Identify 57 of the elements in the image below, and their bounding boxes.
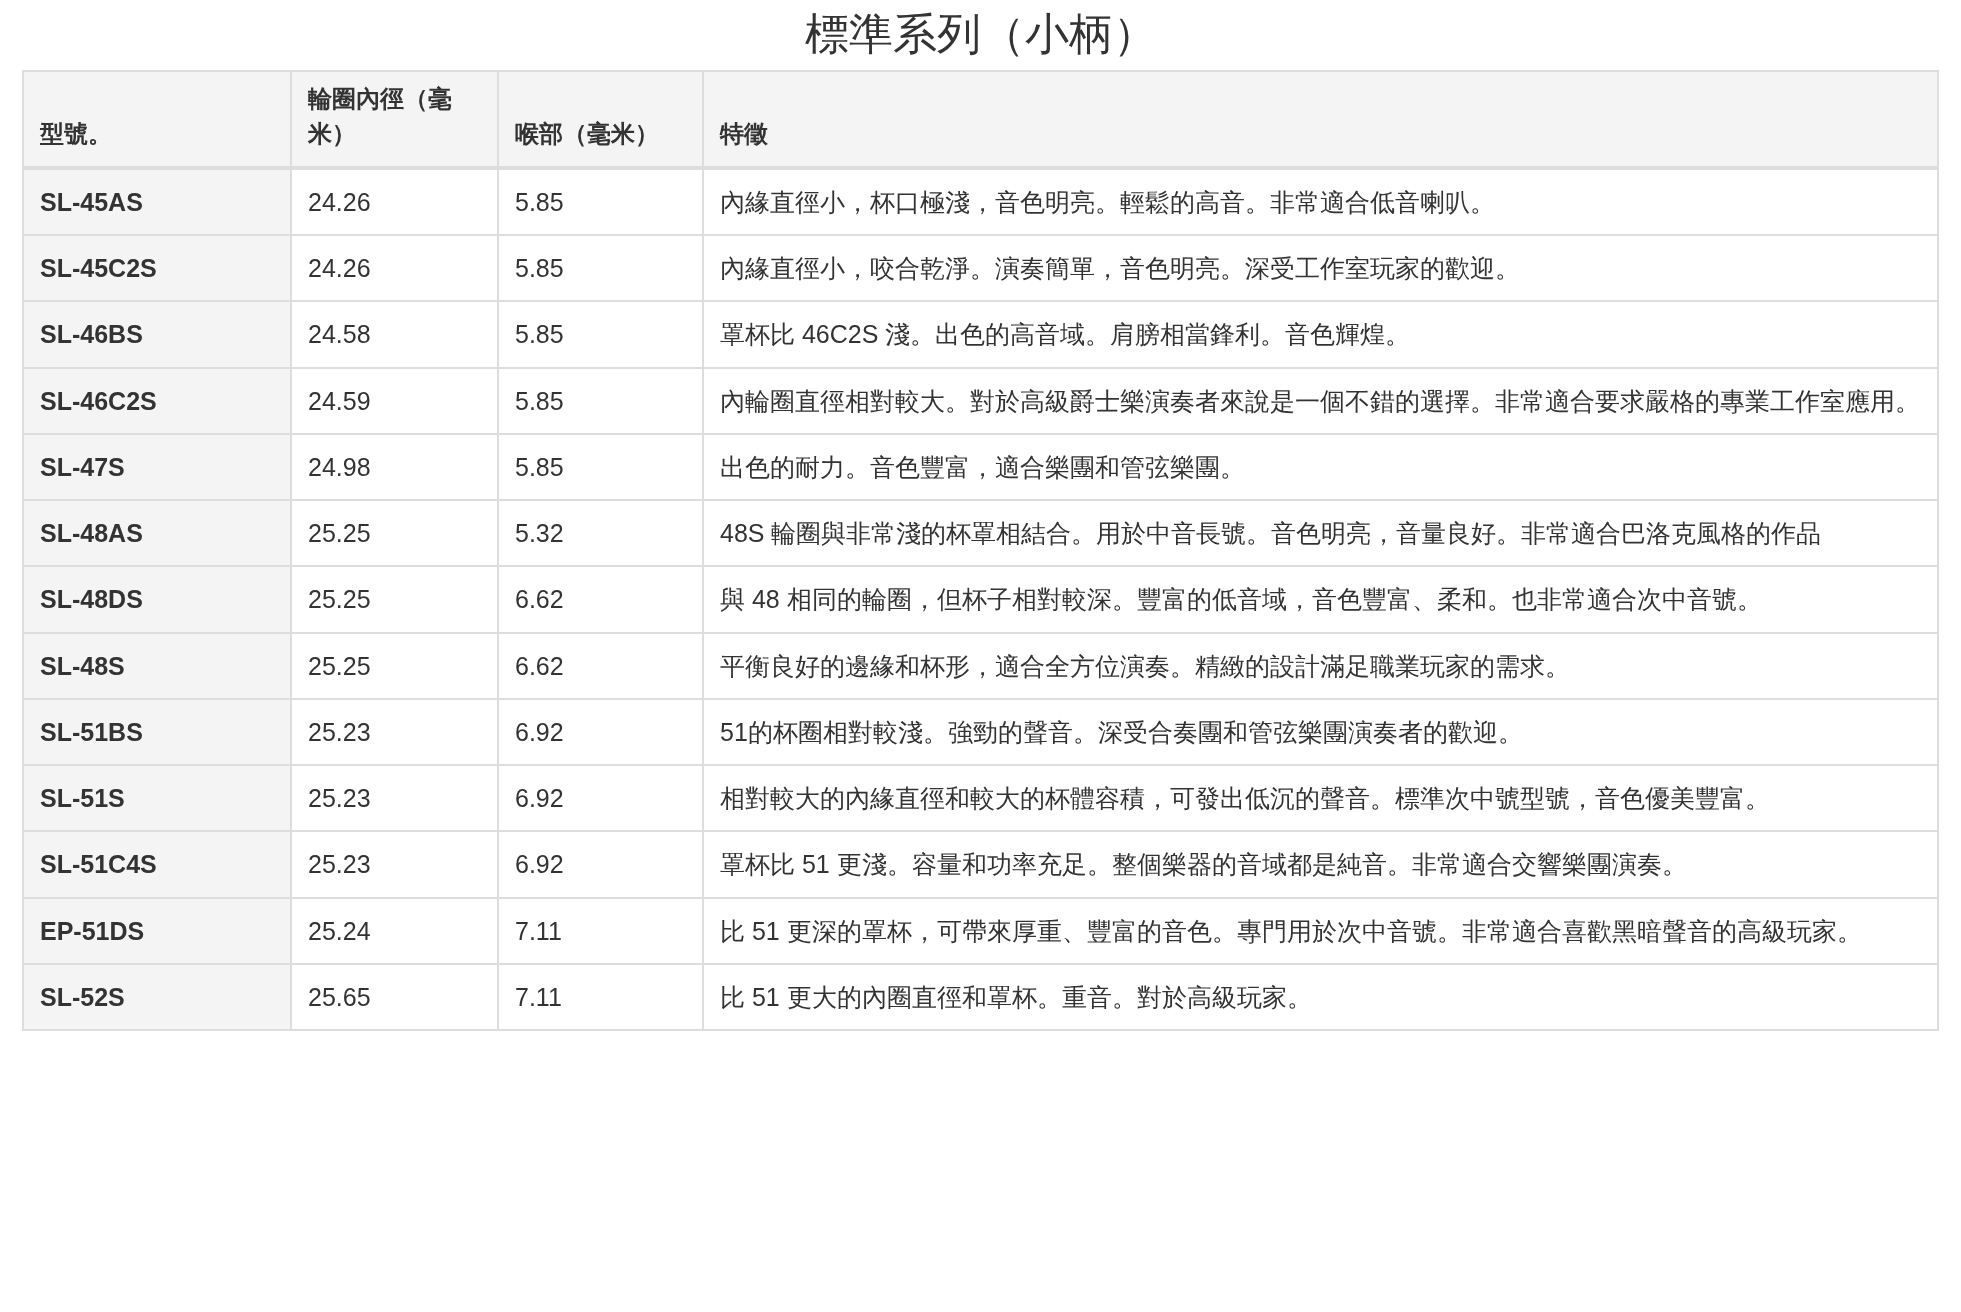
table-cell: SL-51C4S (23, 831, 291, 898)
table-cell: SL-45C2S (23, 235, 291, 302)
table-cell: 5.85 (498, 235, 703, 302)
table-cell: 51的杯圈相對較淺。強勁的聲音。深受合奏團和管弦樂團演奏者的歡迎。 (703, 699, 1938, 766)
table-cell: 24.59 (291, 367, 498, 434)
table-cell: 25.25 (291, 500, 498, 567)
table-cell: 5.32 (498, 500, 703, 567)
table-cell: 24.26 (291, 168, 498, 236)
column-header: 輪圈內徑（毫米） (291, 71, 498, 168)
table-cell: 罩杯比 46C2S 淺。出色的高音域。肩膀相當鋒利。音色輝煌。 (703, 301, 1938, 368)
table-cell: 5.85 (498, 367, 703, 434)
table-cell: 25.23 (291, 699, 498, 766)
table-cell: 25.24 (291, 897, 498, 964)
table-cell: SL-48S (23, 632, 291, 699)
table-cell: 內緣直徑小，咬合乾淨。演奏簡單，音色明亮。深受工作室玩家的歡迎。 (703, 235, 1938, 302)
table-cell: 相對較大的內緣直徑和較大的杯體容積，可發出低沉的聲音。標準次中號型號，音色優美豐富。 (703, 765, 1938, 832)
table-cell: 罩杯比 51 更淺。容量和功率充足。整個樂器的音域都是純音。非常適合交響樂團演奏。 (703, 831, 1938, 898)
table-cell: 6.62 (498, 566, 703, 633)
table-cell: SL-48DS (23, 566, 291, 633)
table-cell: 內輪圈直徑相對較大。對於高級爵士樂演奏者來說是一個不錯的選擇。非常適合要求嚴格的專業工作室應用。 (703, 367, 1938, 434)
table-cell: 6.92 (498, 831, 703, 898)
table-cell: SL-45AS (23, 168, 291, 236)
table-cell: 比 51 更深的罩杯，可帶來厚重、豐富的音色。專門用於次中音號。非常適合喜歡黑暗聲音的高級玩家。 (703, 897, 1938, 964)
table-cell: 與 48 相同的輪圈，但杯子相對較深。豐富的低音域，音色豐富、柔和。也非常適合次中音號。 (703, 566, 1938, 633)
table-cell: SL-51S (23, 765, 291, 832)
table-cell: 內緣直徑小，杯口極淺，音色明亮。輕鬆的高音。非常適合低音喇叭。 (703, 168, 1938, 236)
table-cell: 7.11 (498, 964, 703, 1031)
table-cell: 25.25 (291, 566, 498, 633)
table-cell: SL-46C2S (23, 367, 291, 434)
table-cell: 出色的耐力。音色豐富，適合樂團和管弦樂團。 (703, 434, 1938, 501)
table-cell: SL-46BS (23, 301, 291, 368)
table-cell: 6.62 (498, 632, 703, 699)
table-cell: 平衡良好的邊緣和杯形，適合全方位演奏。精緻的設計滿足職業玩家的需求。 (703, 632, 1938, 699)
table-cell: 24.98 (291, 434, 498, 501)
table-cell: 6.92 (498, 699, 703, 766)
table-cell: 比 51 更大的內圈直徑和罩杯。重音。對於高級玩家。 (703, 964, 1938, 1031)
column-header: 型號。 (23, 71, 291, 168)
table-cell: SL-48AS (23, 500, 291, 567)
column-header: 喉部（毫米） (498, 71, 703, 168)
table-cell: 48S 輪圈與非常淺的杯罩相結合。用於中音長號。音色明亮，音量良好。非常適合巴洛克風格的作品 (703, 500, 1938, 567)
table-cell: 25.65 (291, 964, 498, 1031)
column-header: 特徵 (703, 71, 1938, 168)
table-cell: 5.85 (498, 434, 703, 501)
table-cell: 24.58 (291, 301, 498, 368)
table-cell: 25.23 (291, 831, 498, 898)
table-cell: SL-47S (23, 434, 291, 501)
table-cell: 5.85 (498, 168, 703, 236)
table-cell: 7.11 (498, 897, 703, 964)
table-cell: 25.23 (291, 765, 498, 832)
page-title: 標準系列（小柄） (803, 10, 1158, 59)
table-cell: EP-51DS (23, 897, 291, 964)
table-cell: 6.92 (498, 765, 703, 832)
table-cell: SL-51BS (23, 699, 291, 766)
table-cell: 25.25 (291, 632, 498, 699)
table-cell: SL-52S (23, 964, 291, 1031)
table-cell: 5.85 (498, 301, 703, 368)
table-cell: 24.26 (291, 235, 498, 302)
